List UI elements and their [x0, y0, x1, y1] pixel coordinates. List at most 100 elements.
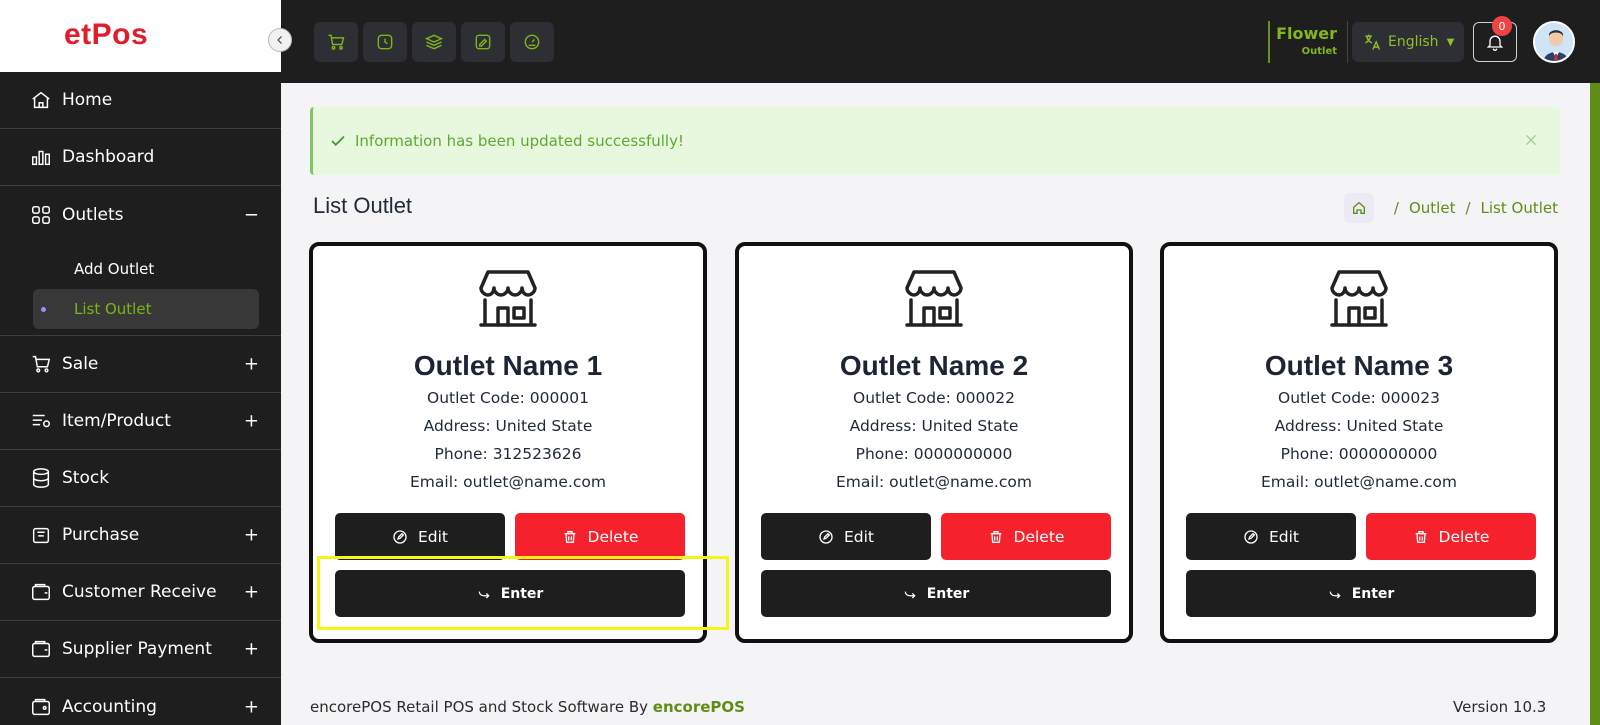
outlet-card: Outlet Name 2 Outlet Code: 000022 Addres… — [735, 242, 1133, 643]
sidebar-item-dashboard[interactable]: Dashboard — [0, 129, 281, 186]
alert-message: Information has been updated successfull… — [355, 132, 684, 150]
breadcrumb-separator: / — [1393, 199, 1399, 217]
chevron-left-icon — [274, 34, 286, 46]
outlet-address: Address: United State — [1274, 417, 1444, 435]
sidebar-item-label: Stock — [62, 468, 110, 488]
home-icon — [1351, 200, 1367, 216]
edit-label: Edit — [417, 527, 449, 546]
expand-toggle[interactable]: + — [244, 696, 259, 717]
breadcrumb: / Outlet / List Outlet — [1343, 193, 1558, 223]
active-dot-icon — [41, 307, 46, 312]
trash-icon — [1413, 529, 1429, 545]
collapse-toggle[interactable]: − — [244, 204, 259, 225]
arrow-right-icon — [477, 587, 491, 601]
breadcrumb-current: List Outlet — [1480, 199, 1558, 217]
enter-button[interactable]: Enter — [335, 570, 685, 617]
sidebar-item-purchase[interactable]: Purchase + — [0, 507, 281, 564]
translate-icon — [1362, 32, 1382, 52]
delete-button[interactable]: Delete — [941, 513, 1111, 560]
delete-label: Delete — [1438, 527, 1490, 546]
outlet-name: Outlet Name 3 — [1264, 350, 1454, 381]
outlet-name: Outlet Name 2 — [839, 350, 1029, 381]
clock-icon — [375, 32, 395, 52]
layers-button[interactable] — [412, 22, 456, 62]
enter-button[interactable]: Enter — [1186, 570, 1536, 617]
app-logo[interactable]: etPos — [64, 18, 148, 52]
delete-button[interactable]: Delete — [1366, 513, 1536, 560]
sidebar-item-label: Outlets — [62, 204, 124, 225]
sidebar-item-outlets[interactable]: Outlets − — [0, 186, 281, 243]
footer-brand-link[interactable]: encorePOS — [653, 698, 745, 716]
edit-icon — [392, 529, 408, 545]
expand-toggle[interactable]: + — [244, 354, 259, 375]
cart-icon — [30, 353, 52, 375]
edit-note-icon — [473, 32, 493, 52]
enter-label: Enter — [926, 585, 970, 602]
layers-icon — [424, 32, 444, 52]
list-icon — [30, 410, 52, 432]
breadcrumb-home[interactable] — [1343, 193, 1374, 223]
sidebar-menu: Home Dashboard Outlets − Add Outlet List… — [0, 72, 281, 725]
enter-label: Enter — [1351, 585, 1395, 602]
wallet-icon — [30, 696, 52, 718]
language-label: English — [1388, 34, 1439, 50]
sidebar-subitem-add-outlet[interactable]: Add Outlet — [0, 249, 281, 289]
edit-button[interactable]: Edit — [1186, 513, 1356, 560]
expand-toggle[interactable]: + — [244, 411, 259, 432]
chart-icon — [30, 146, 52, 168]
right-accent-top — [1590, 0, 1600, 83]
current-outlet-name: Flower — [1276, 24, 1337, 43]
outlets-submenu: Add Outlet List Outlet — [0, 243, 281, 336]
close-icon[interactable] — [1520, 129, 1542, 151]
trash-icon — [562, 529, 578, 545]
sidebar-collapse-button[interactable] — [268, 28, 292, 52]
footer-text: encorePOS Retail POS and Stock Software … — [310, 698, 653, 716]
edit-button[interactable]: Edit — [761, 513, 931, 560]
edit-button[interactable]: Edit — [335, 513, 505, 560]
sidebar-item-product[interactable]: Item/Product + — [0, 393, 281, 450]
breadcrumb-separator: / — [1465, 199, 1471, 217]
arrow-right-icon — [903, 587, 917, 601]
outlet-address: Address: United State — [849, 417, 1019, 435]
pos-cart-button[interactable] — [314, 22, 358, 62]
page-title: List Outlet — [313, 193, 413, 218]
sidebar-item-stock[interactable]: Stock — [0, 450, 281, 507]
expand-toggle[interactable]: + — [244, 639, 259, 660]
outlet-code: Outlet Code: 000022 — [853, 389, 1015, 407]
outlet-phone: Phone: 0000000000 — [855, 445, 1013, 463]
outlet-name: Outlet Name 1 — [413, 350, 603, 381]
settings-button[interactable] — [510, 22, 554, 62]
sidebar-item-supplier-payment[interactable]: Supplier Payment + — [0, 621, 281, 678]
outlet-code: Outlet Code: 000001 — [427, 389, 589, 407]
success-alert: Information has been updated successfull… — [310, 107, 1560, 175]
expand-toggle[interactable]: + — [244, 582, 259, 603]
sidebar-item-home[interactable]: Home — [0, 72, 281, 129]
clock-button[interactable] — [363, 22, 407, 62]
delete-label: Delete — [1013, 527, 1065, 546]
language-dropdown[interactable]: English ▼ — [1352, 22, 1464, 62]
sidebar-item-accounting[interactable]: Accounting + — [0, 678, 281, 725]
sidebar-item-customer-receive[interactable]: Customer Receive + — [0, 564, 281, 621]
outlet-email: Email: outlet@name.com — [1261, 473, 1457, 491]
trash-icon — [988, 529, 1004, 545]
outlet-card: Outlet Name 3 Outlet Code: 000023 Addres… — [1160, 242, 1558, 643]
sidebar-item-label: Item/Product — [62, 411, 171, 431]
outlet-code: Outlet Code: 000023 — [1278, 389, 1440, 407]
database-icon — [30, 467, 52, 489]
notes-button[interactable] — [461, 22, 505, 62]
outlet-phone: Phone: 0000000000 — [1280, 445, 1438, 463]
user-avatar[interactable] — [1533, 21, 1575, 63]
sidebar-item-sale[interactable]: Sale + — [0, 336, 281, 393]
expand-toggle[interactable]: + — [244, 525, 259, 546]
sidebar-item-label: Customer Receive — [62, 582, 217, 602]
sidebar-item-label: Home — [62, 90, 113, 110]
outlet-selector[interactable]: Flower Outlet — [1268, 21, 1348, 63]
breadcrumb-outlet[interactable]: Outlet — [1409, 199, 1455, 217]
enter-button[interactable]: Enter — [761, 570, 1111, 617]
wallet-icon — [30, 638, 52, 660]
caret-down-icon: ▼ — [1446, 36, 1455, 48]
current-outlet-sub: Outlet — [1301, 46, 1337, 57]
sidebar-subitem-list-outlet[interactable]: List Outlet — [33, 289, 259, 329]
edit-label: Edit — [843, 527, 875, 546]
delete-button[interactable]: Delete — [515, 513, 685, 560]
